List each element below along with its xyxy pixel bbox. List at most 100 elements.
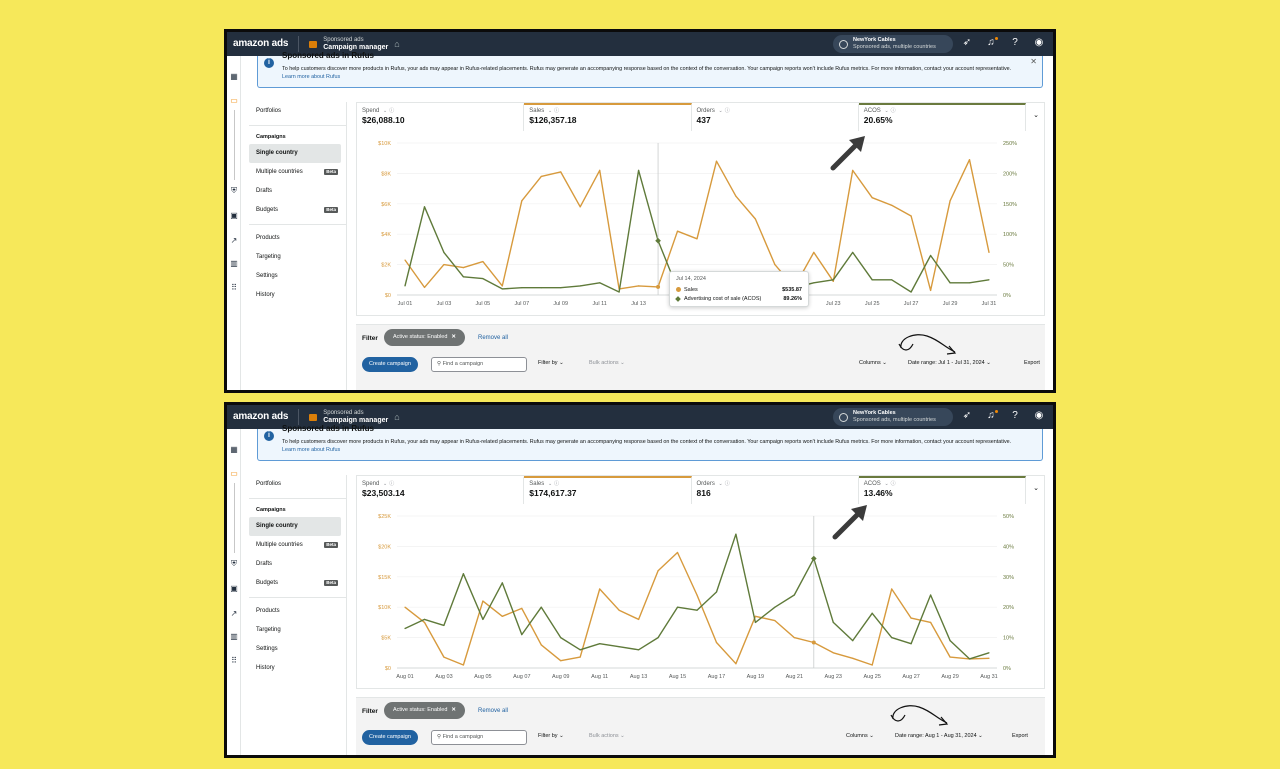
campaign-search-input[interactable]: ⚲ Find a campaign	[431, 730, 527, 745]
metric-acos[interactable]: ACOS ⌄ ⓘ 20.65%	[858, 103, 1026, 131]
nav-budgets[interactable]: Budgets Beta	[249, 574, 346, 593]
nav-portfolios[interactable]: Portfolios	[249, 475, 346, 494]
reports-icon[interactable]: ▥	[229, 632, 239, 641]
bulk-actions-dropdown[interactable]: Bulk actions ⌄	[589, 360, 625, 366]
nav-products[interactable]: Products	[249, 229, 346, 248]
home-icon[interactable]: ⌂	[394, 39, 399, 49]
nav-settings[interactable]: Settings	[249, 267, 346, 286]
nav-budgets[interactable]: Budgets Beta	[249, 201, 346, 220]
chevron-down-icon[interactable]: ⌄	[548, 481, 552, 487]
remove-chip-icon[interactable]: ✕	[451, 707, 456, 713]
nav-targeting[interactable]: Targeting	[249, 248, 346, 267]
campaign-icon[interactable]: ▭	[229, 469, 239, 478]
learn-more-link[interactable]: Learn more about Rufus	[282, 74, 340, 80]
filter-by-dropdown[interactable]: Filter by ⌄	[538, 360, 564, 366]
data-point	[871, 664, 873, 666]
chevron-down-icon[interactable]: ⌄	[383, 481, 387, 487]
nav-targeting[interactable]: Targeting	[249, 621, 346, 640]
metric-orders[interactable]: Orders ⌄ ⓘ 816	[692, 476, 859, 504]
user-icon[interactable]: ◉	[1033, 37, 1045, 49]
bell-icon[interactable]: ♫	[985, 410, 998, 422]
media-icon[interactable]: ▣	[229, 211, 239, 220]
remove-all-link[interactable]: Remove all	[478, 708, 508, 714]
filter-by-dropdown[interactable]: Filter by ⌄	[538, 733, 564, 739]
shield-icon[interactable]: ⛨	[229, 186, 239, 196]
help-icon[interactable]: ?	[1009, 37, 1021, 49]
rocket-icon[interactable]: ➶	[961, 37, 973, 49]
nav-history[interactable]: History	[249, 659, 346, 678]
apps-icon[interactable]: ⠿	[229, 283, 239, 292]
bell-icon[interactable]: ♫	[985, 37, 998, 49]
left-navigation: Portfolios Campaigns Single country Mult…	[249, 102, 347, 390]
data-point	[482, 277, 484, 280]
nav-single-country[interactable]: Single country	[249, 144, 341, 163]
reports-icon[interactable]: ▥	[229, 259, 239, 268]
chevron-down-icon[interactable]: ⌄	[548, 108, 552, 114]
y-tick-left: $0	[385, 666, 391, 672]
metric-spend[interactable]: Spend ⌄ ⓘ $23,503.14	[357, 476, 525, 504]
account-name: NewYork Cables	[853, 410, 896, 416]
learn-more-link[interactable]: Learn more about Rufus	[282, 447, 340, 453]
nav-multiple-countries[interactable]: Multiple countries Beta	[249, 163, 346, 182]
product-switcher[interactable]: Sponsored ads Campaign manager	[323, 36, 388, 52]
nav-drafts[interactable]: Drafts	[249, 555, 346, 574]
sales-acos-chart-august[interactable]: $0 0% $5K 10% $10K 20% $15K 30% $20K 40% $25K 50% Au…	[357, 508, 1037, 688]
amazon-ads-logo[interactable]: amazon ads	[227, 36, 300, 52]
remove-all-link[interactable]: Remove all	[478, 335, 508, 341]
nav-products[interactable]: Products	[249, 602, 346, 621]
data-point	[852, 640, 854, 642]
bulk-actions-dropdown[interactable]: Bulk actions ⌄	[589, 733, 625, 739]
rocket-icon[interactable]: ➶	[961, 410, 973, 422]
nav-settings[interactable]: Settings	[249, 640, 346, 659]
columns-dropdown[interactable]: Columns ⌄	[846, 733, 874, 739]
amazon-ads-logo[interactable]: amazon ads	[227, 409, 300, 425]
metric-orders[interactable]: Orders ⌄ ⓘ 437	[692, 103, 859, 131]
dashboard-icon[interactable]: ▦	[229, 72, 239, 81]
metric-sales[interactable]: Sales ⌄ ⓘ $126,357.18	[524, 103, 692, 131]
metric-sales[interactable]: Sales ⌄ ⓘ $174,617.37	[524, 476, 692, 504]
account-switcher[interactable]: NewYork Cables Sponsored ads, multiple c…	[833, 35, 953, 53]
expand-metrics-icon[interactable]: ⌄	[1033, 111, 1039, 119]
metric-acos[interactable]: ACOS ⌄ ⓘ 13.46%	[858, 476, 1026, 504]
export-button[interactable]: Export	[1012, 733, 1028, 739]
nav-drafts[interactable]: Drafts	[249, 182, 346, 201]
columns-dropdown[interactable]: Columns ⌄	[859, 360, 887, 366]
shield-icon[interactable]: ⛨	[229, 559, 239, 569]
data-point	[423, 621, 426, 623]
nav-multiple-countries[interactable]: Multiple countries Beta	[249, 536, 346, 555]
remove-chip-icon[interactable]: ✕	[451, 334, 456, 340]
active-status-chip[interactable]: Active status: Enabled ✕	[384, 702, 466, 719]
media-icon[interactable]: ▣	[229, 584, 239, 593]
apps-icon[interactable]: ⠿	[229, 656, 239, 665]
nav-portfolios[interactable]: Portfolios	[249, 102, 346, 121]
create-campaign-button[interactable]: Create campaign	[362, 730, 418, 745]
chevron-down-icon[interactable]: ⌄	[719, 481, 723, 487]
expand-metrics-icon[interactable]: ⌄	[1033, 484, 1039, 492]
active-status-chip[interactable]: Active status: Enabled ✕	[384, 329, 466, 346]
chevron-down-icon[interactable]: ⌄	[719, 108, 723, 114]
campaign-icon[interactable]: ▭	[229, 96, 239, 105]
date-range-dropdown[interactable]: Date range: Aug 1 - Aug 31, 2024 ⌄	[895, 733, 983, 739]
dashboard-icon[interactable]: ▦	[229, 445, 239, 454]
chevron-down-icon[interactable]: ⌄	[884, 108, 888, 114]
user-icon[interactable]: ◉	[1033, 410, 1045, 422]
metric-spend[interactable]: Spend ⌄ ⓘ $26,088.10	[357, 103, 525, 131]
home-icon[interactable]: ⌂	[394, 412, 399, 422]
data-point	[910, 617, 912, 619]
nav-single-country[interactable]: Single country	[249, 517, 341, 536]
nav-history[interactable]: History	[249, 286, 346, 305]
curved-arrow-annotation	[890, 705, 949, 726]
export-button[interactable]: Export	[1024, 360, 1040, 366]
close-icon[interactable]: ✕	[1030, 57, 1037, 66]
campaign-search-input[interactable]: ⚲ Find a campaign	[431, 357, 527, 372]
trend-icon[interactable]: ↗	[229, 236, 239, 245]
product-switcher[interactable]: Sponsored ads Campaign manager	[323, 409, 388, 425]
date-range-dropdown[interactable]: Date range: Jul 1 - Jul 31, 2024 ⌄	[908, 360, 991, 366]
account-switcher[interactable]: NewYork Cables Sponsored ads, multiple c…	[833, 408, 953, 426]
trend-icon[interactable]: ↗	[229, 609, 239, 618]
help-icon[interactable]: ?	[1009, 410, 1021, 422]
data-point	[501, 582, 503, 584]
chevron-down-icon[interactable]: ⌄	[884, 481, 888, 487]
create-campaign-button[interactable]: Create campaign	[362, 357, 418, 372]
chevron-down-icon[interactable]: ⌄	[383, 108, 387, 114]
